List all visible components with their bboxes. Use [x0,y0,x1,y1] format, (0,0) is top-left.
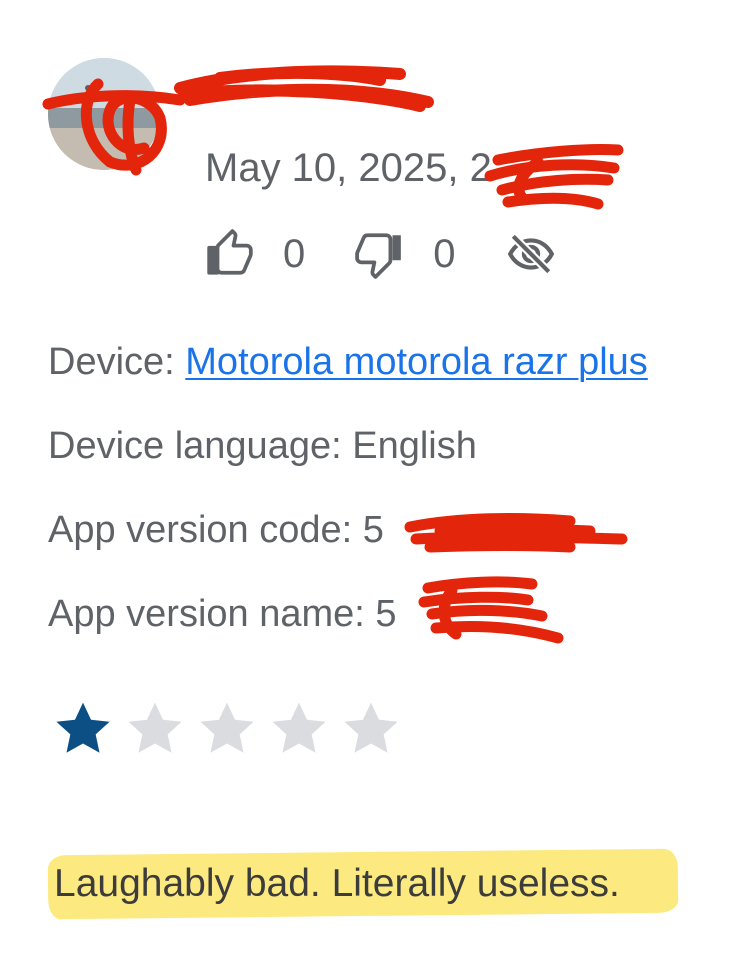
thumbs-down-icon[interactable] [355,229,405,279]
device-row: Device: Motorola motorola razr plus [48,336,648,420]
app-version-code-value: 5 [362,509,384,551]
review-text-container: Laughably bad. Literally useless. [47,848,679,920]
device-label: Device: [48,341,186,383]
app-version-code-row: App version code: 5 [48,504,648,588]
star-empty-icon [268,698,330,760]
device-language-value: English [352,425,477,467]
device-language-label: Device language: [48,425,353,467]
device-language-row: Device language: English [48,420,648,504]
app-version-name-label: App version name: [48,593,376,635]
app-version-name-value: 5 [375,593,397,635]
review-actions: 0 0 [205,226,556,282]
star-empty-icon [340,698,402,760]
thumbs-up-icon[interactable] [205,229,255,279]
star-empty-icon [196,698,258,760]
app-version-name-row: App version name: 5 [48,588,648,672]
star-empty-icon [124,698,186,760]
avatar [48,58,160,170]
eye-off-icon[interactable] [506,229,556,279]
review-date: May 10, 2025, 2 [205,146,492,190]
star-filled-icon [52,698,114,760]
app-version-code-label: App version code: [48,509,363,551]
star-rating [52,698,402,760]
review-text: Laughably bad. Literally useless. [54,862,620,905]
redaction-scribble-name [174,65,434,112]
avatar-photo [48,58,160,170]
thumbs-down-count: 0 [433,231,456,276]
device-link[interactable]: Motorola motorola razr plus [185,341,648,383]
redaction-scribble-date [484,143,624,210]
thumbs-up-count: 0 [283,231,306,276]
review-details: Device: Motorola motorola razr plus Devi… [48,336,648,672]
